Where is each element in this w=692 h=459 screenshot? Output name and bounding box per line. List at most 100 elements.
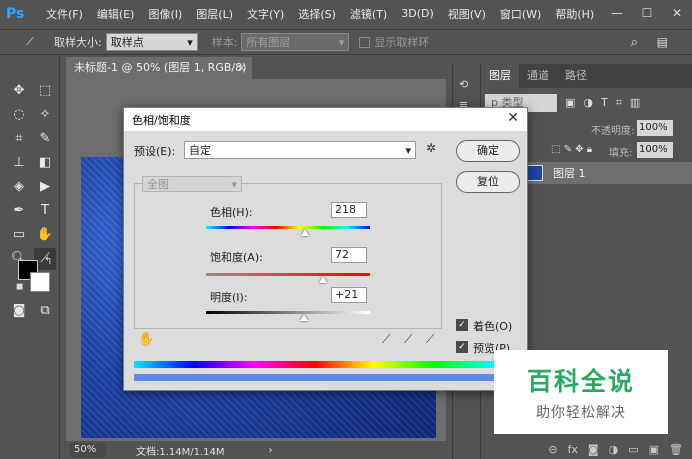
default-colors-icon[interactable]: ◼ (16, 282, 23, 292)
chevron-down-icon: ▾ (405, 143, 411, 157)
status-arrow-icon[interactable]: › (269, 445, 273, 456)
move-tool-icon[interactable]: ✥ (8, 80, 30, 102)
search-icon[interactable]: ⌕ (631, 35, 638, 50)
menubar: Ps 文件(F) 编辑(E) 图像(I) 图层(L) 文字(Y) 选择(S) 滤… (0, 0, 692, 27)
menu-3d[interactable]: 3D(D) (401, 7, 434, 20)
lightness-slider-track[interactable] (206, 311, 370, 314)
lightness-input[interactable]: +21 (331, 287, 367, 303)
layers-panel-footer: ⊝ fx ◙ ◑ ▭ ▣ 🗑︎ (481, 439, 692, 459)
output-color-bar (134, 374, 494, 381)
hue-label: 色相(H): (210, 206, 253, 219)
group-icon[interactable]: ▭ (628, 443, 638, 456)
hue-slider-thumb[interactable] (301, 229, 309, 236)
layer-name: 图层 1 (553, 167, 586, 180)
trash-icon[interactable]: 🗑︎ (669, 443, 683, 456)
history-panel-icon[interactable]: ⟲ (459, 78, 468, 91)
type-tool-icon[interactable]: T (34, 200, 56, 222)
menu-help[interactable]: 帮助(H) (555, 6, 594, 22)
reset-button[interactable]: 复位 (456, 171, 520, 193)
targeted-adjustment-hand-icon[interactable]: ✋ (138, 332, 154, 347)
brush-tool-icon[interactable]: ✎ (34, 128, 56, 150)
layer-style-icon[interactable]: fx (568, 443, 578, 456)
screen-mode-icon[interactable]: ⧉ (34, 300, 56, 322)
status-bar: 50% 文档:1.14M/1.14M › (66, 441, 446, 459)
preset-select[interactable]: 自定 ▾ (184, 141, 416, 159)
eyedropper-minus-icon[interactable]: ⟋ (426, 332, 434, 347)
watermark-title: 百科全说 (526, 367, 635, 396)
menu-image[interactable]: 图像(I) (148, 6, 182, 22)
menu-type[interactable]: 文字(Y) (247, 6, 284, 22)
marquee-tool-icon[interactable]: ⬚ (34, 80, 56, 102)
hue-input[interactable]: 218 (331, 202, 367, 218)
menu-edit[interactable]: 编辑(E) (97, 6, 135, 22)
channel-select[interactable]: 全图 ▾ (142, 176, 242, 192)
lasso-tool-icon[interactable]: ◌ (8, 104, 30, 126)
dialog-close-icon[interactable]: ✕ (507, 110, 519, 126)
close-app-button[interactable]: ✕ (662, 0, 692, 27)
saturation-slider-track[interactable] (206, 273, 370, 276)
gear-icon[interactable]: ✲ (426, 141, 436, 155)
preview-checkbox[interactable]: ✓ (456, 341, 468, 353)
saturation-input[interactable]: 72 (331, 247, 367, 263)
adjustment-layer-icon[interactable]: ◑ (609, 443, 619, 456)
lock-icons[interactable]: ⬚ ✎ ✥ 🔒︎ (551, 144, 592, 155)
sample-size-select[interactable]: 取样点 ▾ (105, 33, 198, 51)
panel-tabs: 图层 通道 路径 (481, 64, 692, 88)
stamp-tool-icon[interactable]: ⊥ (8, 152, 30, 174)
watermark: 百科全说 助你轻松解决 (494, 350, 668, 434)
menu-view[interactable]: 视图(V) (448, 6, 486, 22)
menu-select[interactable]: 选择(S) (298, 6, 336, 22)
fill-value[interactable]: 100% (637, 142, 673, 158)
colorize-checkbox[interactable]: ✓ (456, 319, 468, 331)
eyedropper-icon[interactable]: ⟋ (382, 332, 390, 347)
close-document-icon[interactable]: × (237, 57, 246, 79)
eraser-tool-icon[interactable]: ◧ (34, 152, 56, 174)
magic-wand-tool-icon[interactable]: ✧ (34, 104, 56, 126)
swap-colors-icon[interactable]: ↰ (44, 256, 52, 267)
ok-button[interactable]: 确定 (456, 140, 520, 162)
menu-window[interactable]: 窗口(W) (500, 6, 541, 22)
menu-filter[interactable]: 滤镜(T) (350, 6, 387, 22)
preset-label: 预设(E): (134, 145, 176, 158)
sample-select[interactable]: 所有图层 ▾ (241, 33, 350, 51)
opacity-value[interactable]: 100% (637, 120, 673, 136)
lightness-slider-thumb[interactable] (300, 314, 308, 321)
dialog-titlebar[interactable]: 色相/饱和度 ✕ (124, 108, 527, 131)
layer-row[interactable]: 图层 1 (521, 162, 692, 184)
add-mask-icon[interactable]: ◙ (588, 443, 599, 456)
layer-filter-icons[interactable]: ▣◑T⌗▥ (565, 96, 648, 110)
workspace-icon[interactable]: ▤ (657, 35, 668, 49)
zoom-level[interactable]: 50% (70, 443, 106, 457)
adjustment-group (134, 183, 442, 329)
show-ring-checkbox[interactable] (359, 36, 371, 48)
bucket-tool-icon[interactable]: ◈ (8, 176, 30, 198)
pen-tool-icon[interactable]: ✒ (8, 200, 30, 222)
hue-slider-track[interactable] (206, 226, 370, 229)
menu-file[interactable]: 文件(F) (46, 6, 83, 22)
quick-mask-icon[interactable]: ◙ (8, 300, 30, 322)
maximize-button[interactable]: ☐ (632, 0, 662, 27)
tab-layers[interactable]: 图层 (481, 64, 519, 88)
link-layers-icon[interactable]: ⊝ (548, 443, 557, 456)
saturation-slider-thumb[interactable] (319, 276, 327, 283)
background-color-swatch[interactable] (30, 272, 50, 292)
eyedropper-tool-icon[interactable]: ⟋ (20, 33, 40, 51)
minimize-button[interactable]: — (602, 0, 632, 27)
options-bar: ⟋ 取样大小: 取样点 ▾ 样本: 所有图层 ▾ 显示取样环 ⌕ ▤ (0, 29, 692, 55)
dialog-body: 预设(E): 自定 ▾ ✲ 确定 复位 全图 ▾ 色相(H): 218 饱和度(… (124, 131, 527, 390)
shape-tool-icon[interactable]: ▭ (8, 224, 30, 246)
opacity-label: 不透明度: (591, 126, 635, 137)
new-layer-icon[interactable]: ▣ (649, 443, 659, 456)
path-select-tool-icon[interactable]: ▶ (34, 176, 56, 198)
menu-layer[interactable]: 图层(L) (196, 6, 233, 22)
tab-channels[interactable]: 通道 (519, 64, 557, 88)
eyedropper-plus-icon[interactable]: ⟋ (404, 332, 412, 347)
hand-tool-icon[interactable]: ✋ (34, 224, 56, 246)
dialog-title: 色相/饱和度 (132, 113, 191, 127)
tab-paths[interactable]: 路径 (557, 64, 595, 88)
show-ring-label: 显示取样环 (374, 36, 430, 49)
channel-value: 全图 (147, 178, 169, 191)
tool-panel: ✥ ⬚ ◌ ✧ ⌗ ✎ ⊥ ◧ ◈ ▶ ✒ T ▭ ✋ 🔍︎ ⟋ ◼ ↰ ◙ ⧉ (0, 56, 60, 459)
document-tab[interactable]: 未标题-1 @ 50% (图层 1, RGB/8) * × (66, 57, 252, 96)
crop-tool-icon[interactable]: ⌗ (8, 128, 30, 150)
